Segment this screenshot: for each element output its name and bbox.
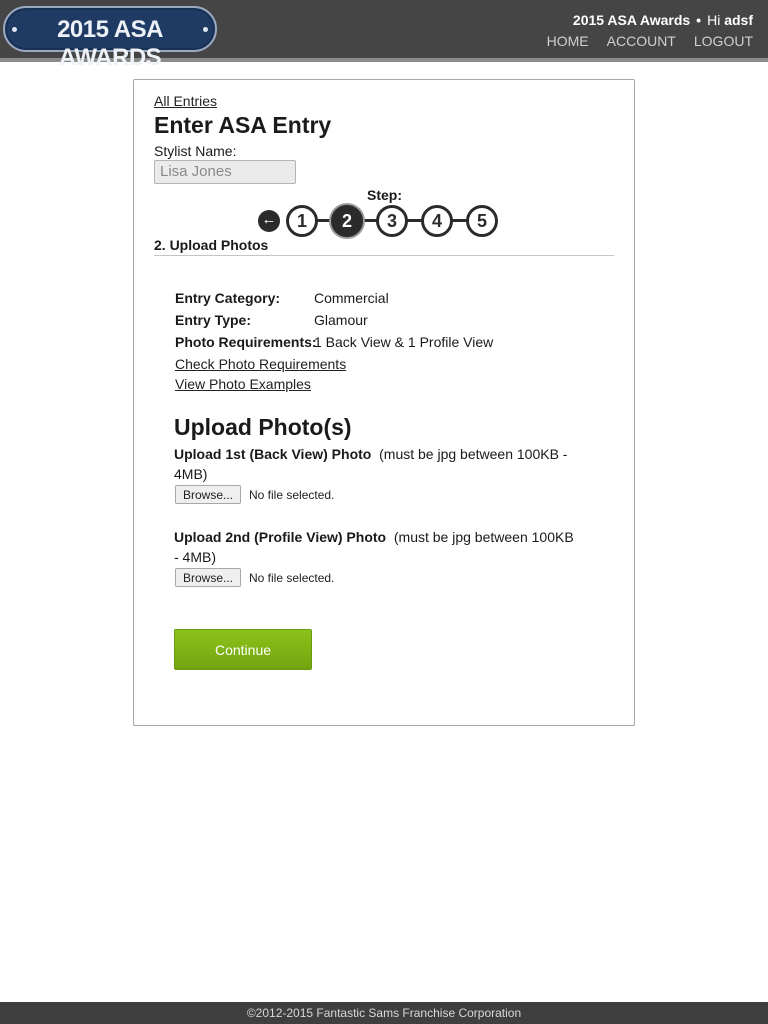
upload-back-view-title: Upload 1st (Back View) Photo (174, 446, 372, 462)
arrow-left-icon[interactable]: ← (258, 210, 280, 232)
entry-category-label: Entry Category: (175, 290, 281, 306)
separator-dot: • (696, 12, 702, 28)
step-5[interactable]: 5 (466, 205, 498, 237)
stylist-name-label: Stylist Name: (154, 143, 237, 159)
greeting-prefix: Hi (707, 12, 721, 28)
step-label: Step: (367, 187, 402, 203)
back-view-file-status: No file selected. (249, 488, 335, 502)
profile-view-file-status: No file selected. (249, 571, 335, 585)
step-2-current[interactable]: 2 (331, 205, 363, 237)
entry-type-label: Entry Type: (175, 312, 251, 328)
copyright-text: ©2012-2015 Fantastic Sams Franchise Corp… (246, 1006, 522, 1020)
logo-dot-right (203, 27, 208, 32)
all-entries-link[interactable]: All Entries (154, 93, 217, 109)
entry-category-value: Commercial (314, 290, 389, 306)
upload-back-view-label: Upload 1st (Back View) Photo (must be jp… (174, 444, 574, 484)
continue-button[interactable]: Continue (174, 629, 312, 670)
username: adsf (724, 12, 753, 28)
nav-home-link[interactable]: HOME (547, 33, 589, 49)
nav-account-link[interactable]: ACCOUNT (607, 33, 676, 49)
user-greeting: 2015 ASA Awards • Hi adsf (573, 12, 753, 28)
browse-back-view-button[interactable]: Browse... (175, 485, 241, 504)
page-title: Enter ASA Entry (154, 112, 332, 138)
top-bar: 2015 ASA AWARDS 2015 ASA Awards • Hi adsf … (0, 0, 768, 71)
upload-profile-view-title: Upload 2nd (Profile View) Photo (174, 529, 387, 545)
photo-requirements-label: Photo Requirements: (175, 334, 317, 350)
nav-logout-link[interactable]: LOGOUT (694, 33, 753, 49)
photo-requirements-value: 1 Back View & 1 Profile View (314, 334, 494, 350)
asa-awards-logo[interactable]: 2015 ASA AWARDS (3, 6, 217, 71)
check-photo-requirements-link[interactable]: Check Photo Requirements (175, 356, 346, 372)
section-divider (154, 255, 614, 256)
entry-card: All Entries Enter ASA Entry Stylist Name… (133, 79, 635, 726)
step-3[interactable]: 3 (376, 205, 408, 237)
site-name: 2015 ASA Awards (572, 12, 691, 28)
section-heading: 2. Upload Photos (154, 237, 269, 253)
entry-type-value: Glamour (314, 312, 368, 328)
view-photo-examples-link[interactable]: View Photo Examples (175, 376, 311, 392)
stylist-name-field[interactable]: Lisa Jones (154, 160, 296, 184)
main-nav: HOME ACCOUNT LOGOUT (547, 33, 753, 49)
footer: ©2012-2015 Fantastic Sams Franchise Corp… (0, 1002, 768, 1024)
step-4[interactable]: 4 (421, 205, 453, 237)
upload-profile-view-label: Upload 2nd (Profile View) Photo (must be… (174, 527, 574, 567)
browse-profile-view-button[interactable]: Browse... (175, 568, 241, 587)
step-1[interactable]: 1 (286, 205, 318, 237)
upload-photos-title: Upload Photo(s) (174, 414, 352, 440)
logo-text: 2015 ASA AWARDS (57, 16, 163, 71)
